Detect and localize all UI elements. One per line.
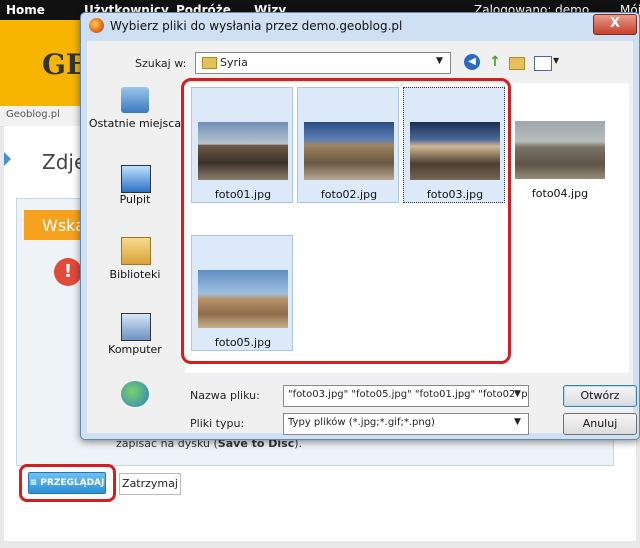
close-button[interactable]: X [593, 14, 637, 35]
place-computer[interactable]: Komputer [87, 343, 183, 356]
filename-chevron-icon[interactable]: ▼ [514, 389, 521, 399]
chevron-down-icon[interactable]: ▼ [436, 56, 443, 66]
lookin-label: Szukaj w: [135, 57, 187, 70]
back-icon[interactable]: ◀ [464, 54, 480, 70]
arrow-marker-icon [4, 152, 11, 166]
file-item-foto04[interactable]: foto04.jpg [509, 87, 611, 203]
views-chevron-icon[interactable]: ▼ [553, 56, 559, 65]
filename-input[interactable]: "foto03.jpg" "foto05.jpg" "foto01.jpg" "… [283, 385, 529, 407]
computer-icon[interactable] [121, 313, 151, 341]
cancel-button[interactable]: Anuluj [563, 413, 637, 435]
filename-label: Nazwa pliku: [190, 389, 260, 402]
breadcrumb-home[interactable]: Geoblog.pl [6, 109, 60, 120]
desktop-icon[interactable] [121, 165, 151, 193]
firefox-icon [89, 18, 104, 33]
folder-icon [202, 57, 217, 69]
places-bar: Ostatnie miejsca Pulpit Biblioteki Kompu… [87, 85, 183, 431]
new-folder-icon[interactable] [509, 57, 525, 70]
dialog-title: Wybierz pliki do wysłania przez demo.geo… [110, 19, 403, 33]
warning-icon: ! [54, 258, 82, 286]
up-folder-icon[interactable]: ↑ [487, 54, 503, 70]
dialog-titlebar[interactable]: Wybierz pliki do wysłania przez demo.geo… [81, 13, 639, 39]
browse-highlight [19, 464, 116, 502]
stop-button[interactable]: Zatrzymaj [119, 473, 181, 495]
file-name: foto04.jpg [531, 187, 589, 200]
libraries-icon[interactable] [121, 237, 151, 265]
lookin-value: Syria [220, 56, 248, 69]
photo-thumbnail [515, 121, 605, 179]
recent-places-icon[interactable] [121, 87, 149, 113]
filename-value: "foto03.jpg" "foto05.jpg" "foto01.jpg" "… [288, 389, 529, 400]
filetype-select[interactable]: Typy plików (*.jpg;*.gif;*.png) ▼ [283, 413, 529, 435]
place-libraries[interactable]: Biblioteki [87, 268, 183, 281]
filetype-label: Pliki typu: [190, 417, 245, 430]
place-desktop[interactable]: Pulpit [87, 193, 183, 206]
views-menu-icon[interactable] [534, 56, 552, 71]
files-highlight [181, 78, 511, 364]
place-recent[interactable]: Ostatnie miejsca [87, 117, 183, 130]
filetype-chevron-icon[interactable]: ▼ [514, 417, 521, 427]
filetype-value: Typy plików (*.jpg;*.gif;*.png) [288, 417, 435, 428]
nav-home[interactable]: Home [6, 3, 45, 17]
open-button[interactable]: Otwórz [563, 385, 637, 407]
lookin-select[interactable]: Syria ▼ [195, 52, 451, 74]
warning-title: Wska [42, 216, 85, 235]
network-icon[interactable] [121, 381, 149, 407]
